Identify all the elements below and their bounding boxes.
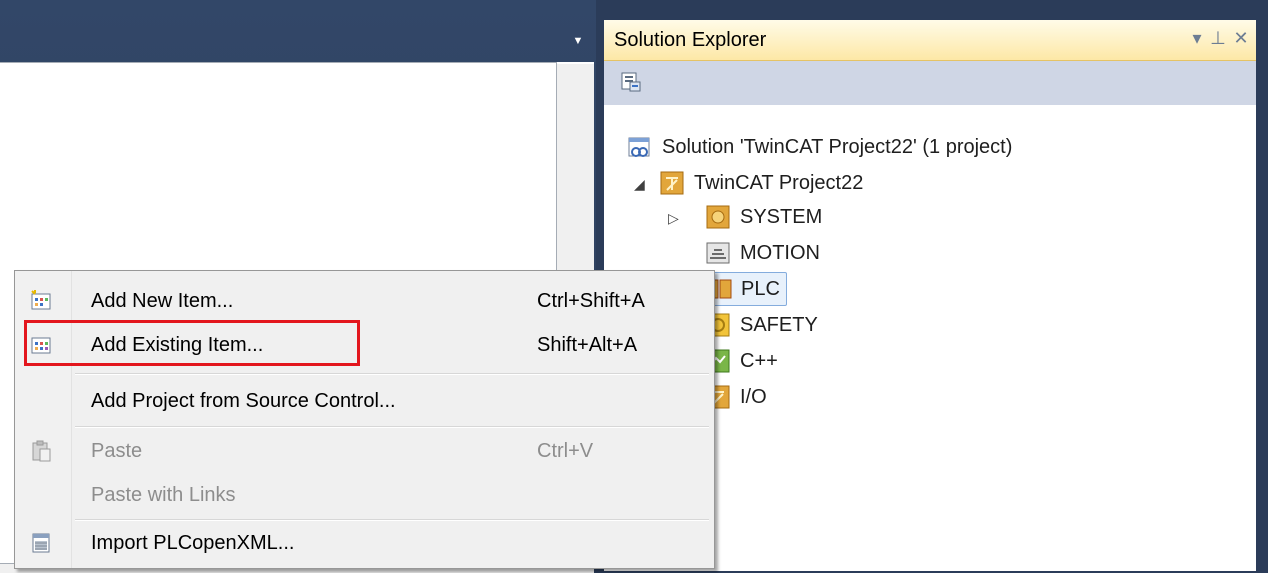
window-edge (1256, 20, 1268, 571)
menu-item-add-new-item[interactable]: Add New Item... Ctrl+Shift+A (17, 279, 711, 323)
tree-item-system[interactable]: SYSTEM (704, 200, 822, 234)
menu-item-label: Paste (91, 440, 143, 462)
menu-item-paste: Paste Ctrl+V (17, 429, 711, 473)
tree-item-label: SAFETY (740, 313, 818, 336)
paste-icon (32, 440, 51, 462)
menu-separator (75, 373, 709, 375)
tree-item-cpp[interactable]: C++ (704, 344, 778, 378)
solution-explorer-header: Solution Explorer ▾ ⊥ ✕ (604, 20, 1256, 61)
tree-item-label: I/O (740, 385, 767, 408)
annotation-highlight-box (24, 320, 360, 366)
menu-item-add-project-from-source-control[interactable]: Add Project from Source Control... (17, 379, 711, 423)
menu-separator (75, 426, 709, 428)
tree-item-label: SYSTEM (740, 205, 823, 228)
tree-item-plc[interactable]: PLC (700, 272, 787, 306)
menu-item-import-plcopenxml[interactable]: Import PLCopenXML... (17, 521, 711, 565)
properties-icon[interactable] (620, 71, 642, 93)
solution-explorer-title: Solution Explorer (614, 29, 767, 51)
twincat-project-icon (660, 171, 684, 195)
tree-item-label: C++ (740, 349, 778, 372)
tree-item-label: PLC (741, 277, 780, 300)
menu-item-paste-with-links: Paste with Links (17, 473, 711, 517)
menu-item-shortcut: Shift+Alt+A (537, 334, 638, 356)
pin-icon[interactable]: ⊥ (1207, 24, 1229, 52)
tree-item-label: Solution 'TwinCAT Project22' (1 project) (662, 135, 1013, 158)
import-plcopenxml-icon (32, 533, 50, 553)
add-new-item-icon (31, 290, 51, 310)
document-tab-dropdown-icon[interactable]: ▼ (571, 34, 585, 48)
tree-item-solution[interactable]: Solution 'TwinCAT Project22' (1 project) (626, 130, 1012, 164)
solution-explorer-toolbar (604, 61, 1256, 105)
menu-item-shortcut: Ctrl+V (537, 440, 594, 462)
expand-arrow-icon[interactable]: ▷ (668, 210, 679, 227)
menu-item-label: Import PLCopenXML... (91, 532, 295, 554)
motion-icon (706, 242, 730, 264)
dropdown-icon[interactable]: ▾ (1186, 24, 1208, 52)
collapse-arrow-icon[interactable]: ◢ (634, 176, 645, 193)
solution-icon (628, 137, 650, 157)
context-menu: Add New Item... Ctrl+Shift+A Add Existin… (14, 270, 715, 569)
tree-item-motion[interactable]: MOTION (704, 236, 820, 270)
menu-item-label: Add New Item... (91, 290, 234, 312)
menu-item-shortcut: Ctrl+Shift+A (537, 290, 645, 312)
menu-item-label: Add Project from Source Control... (91, 390, 396, 412)
tree-item-label: MOTION (740, 241, 820, 264)
close-icon[interactable]: ✕ (1230, 24, 1252, 52)
tree-item-safety[interactable]: SAFETY (704, 308, 818, 342)
tree-item-label: TwinCAT Project22 (694, 171, 864, 194)
system-icon (706, 205, 730, 229)
menu-item-label: Paste with Links (91, 484, 236, 506)
tree-item-project[interactable]: TwinCAT Project22 (658, 166, 863, 200)
